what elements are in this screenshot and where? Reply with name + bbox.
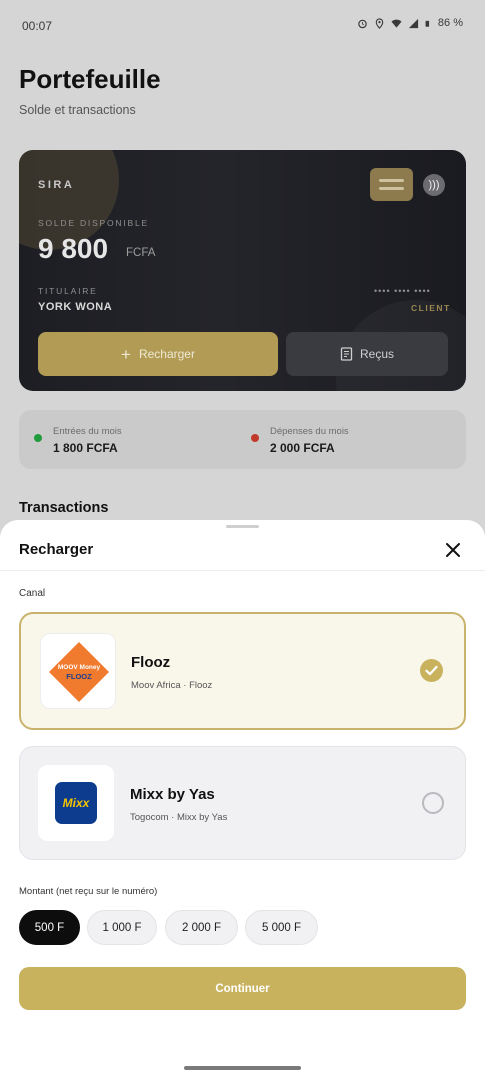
recharge-sheet: Recharger Canal MOOV Money FLOOZ Flooz M… [0,520,485,1080]
status-icons: 86 % [357,17,463,29]
card-chip-icon [370,168,413,201]
flooz-logo-icon: MOOV Money FLOOZ [49,642,109,702]
balance-currency: FCFA [126,247,156,259]
continue-button[interactable]: Continuer [19,967,466,1010]
channel-name: Mixx by Yas [130,786,215,803]
home-indicator[interactable] [184,1066,301,1070]
channel-subtitle: Togocom · Mixx by Yas [130,812,228,823]
expense-dot [251,434,259,442]
income-label: Entrées du mois [53,426,122,437]
amount-chip-5000[interactable]: 5 000 F [245,910,318,945]
channel-subtitle: Moov Africa · Flooz [131,680,213,691]
card-role: CLIENT [411,303,451,313]
svg-text:MOOV Money: MOOV Money [58,664,101,671]
contactless-icon: ))) [423,174,445,196]
sheet-title: Recharger [19,541,94,558]
close-button[interactable] [440,537,466,563]
sheet-drag-handle[interactable] [226,525,259,528]
svg-text:FLOOZ: FLOOZ [66,672,92,681]
income-value: 1 800 FCFA [53,441,118,455]
recharge-button[interactable]: + Recharger [38,332,278,376]
signal-icon [408,18,419,28]
svg-text:Mixx: Mixx [63,796,91,810]
receipts-button[interactable]: Reçus [286,332,448,376]
channel-option-flooz[interactable]: MOOV Money FLOOZ Flooz Moov Africa · Flo… [19,612,466,730]
channel-option-mixx[interactable]: Mixx Mixx by Yas Togocom · Mixx by Yas [19,746,466,860]
mixx-logo: Mixx [38,765,114,841]
channel-label: Canal [19,588,46,599]
transactions-title: Transactions [19,500,109,516]
balance-amount: 9 800 [38,233,109,264]
expense-value: 2 000 FCFA [270,441,335,455]
page-title: Portefeuille [19,64,161,94]
wifi-icon [391,19,402,28]
receipt-icon [340,347,353,361]
amount-label: Montant (net reçu sur le numéro) [19,886,158,897]
amount-chip-2000[interactable]: 2 000 F [165,910,238,945]
balance-label: SOLDE DISPONIBLE [38,218,149,228]
amount-chip-1000[interactable]: 1 000 F [87,910,157,945]
holder-label: TITULAIRE [38,286,98,296]
monthly-stats: Entrées du mois 1 800 FCFA Dépenses du m… [19,410,466,469]
page-subtitle: Solde et transactions [19,103,136,117]
holder-name: YORK WONA [38,301,113,313]
battery-level: 86 % [437,17,463,29]
plus-icon: + [121,344,131,364]
card-brand: SIRA [38,179,75,191]
channel-name: Flooz [131,654,171,671]
unselected-radio-icon [422,792,444,814]
alarm-icon [358,19,367,28]
mixx-logo-icon: Mixx [55,782,97,824]
battery-icon [425,20,430,27]
status-bar: 00:07 86 % [0,0,485,52]
expense-label: Dépenses du mois [270,426,349,437]
income-dot [34,434,42,442]
wallet-card: SIRA ))) SOLDE DISPONIBLE 9 800 FCFA TIT… [19,150,466,391]
card-number-masked: •••• •••• •••• [374,286,431,296]
receipts-button-label: Reçus [359,347,394,361]
location-icon [375,17,384,29]
amount-chip-500[interactable]: 500 F [19,910,80,945]
sheet-divider [0,570,485,571]
recharge-button-label: Recharger [138,347,195,361]
selected-check-icon [420,659,443,682]
status-time: 00:07 [22,19,53,33]
close-icon [446,543,460,557]
flooz-logo: MOOV Money FLOOZ [40,633,116,709]
